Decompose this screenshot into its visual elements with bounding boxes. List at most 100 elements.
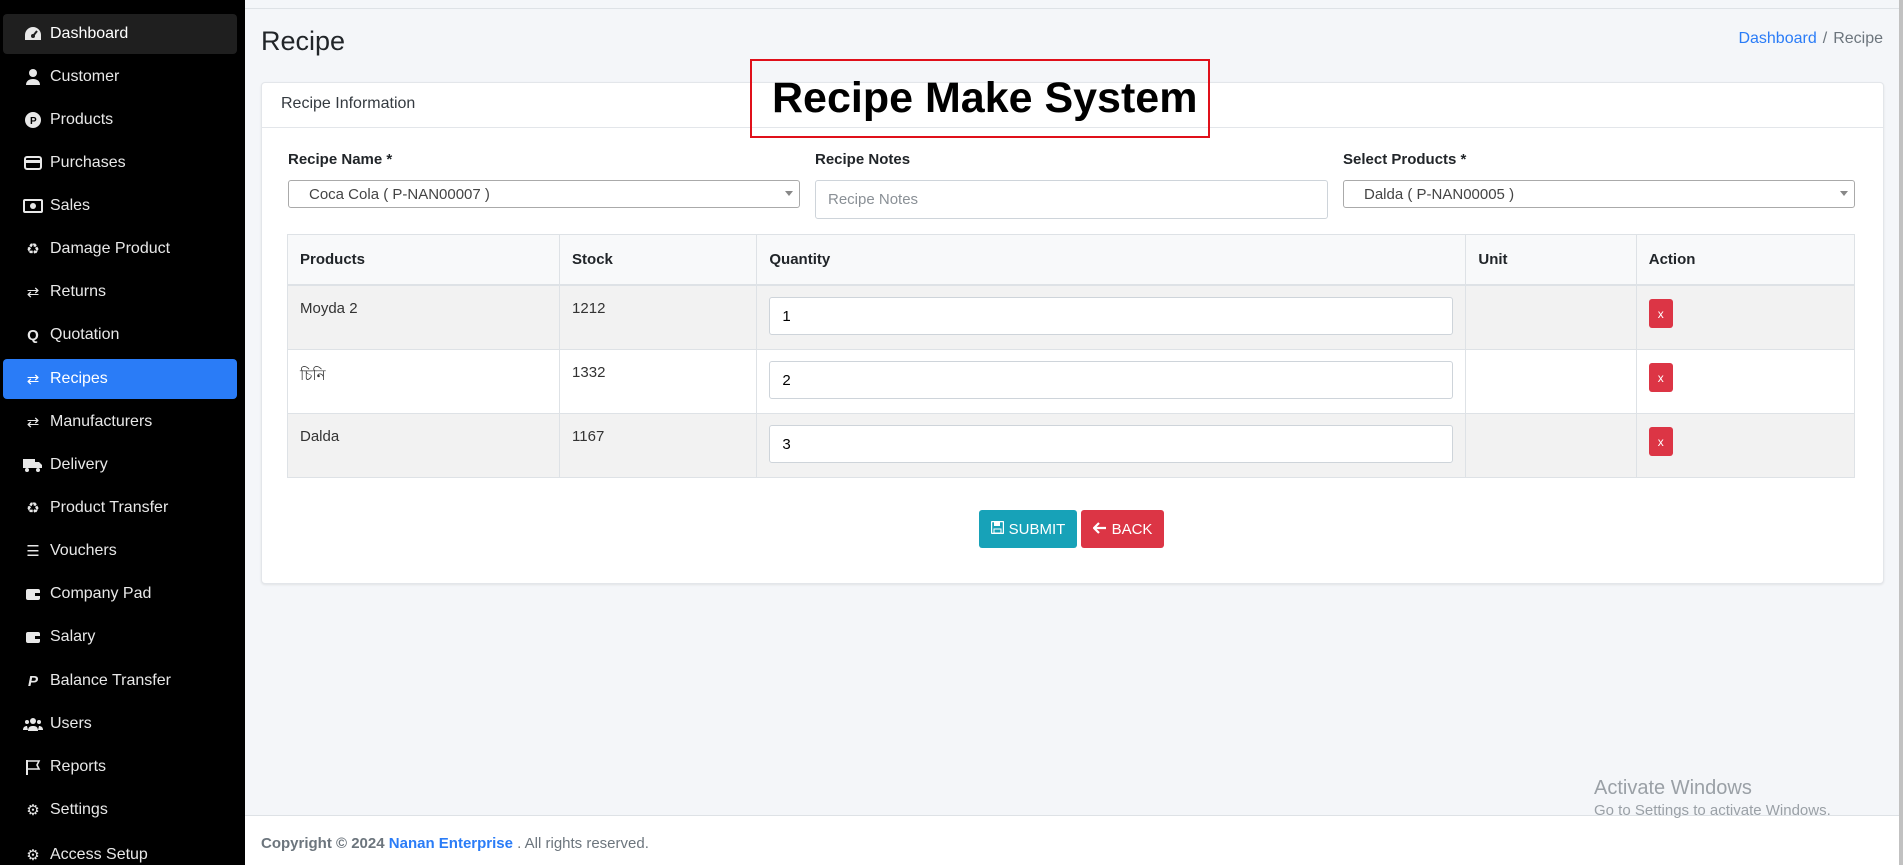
money-bill-icon xyxy=(22,197,44,215)
flag-icon xyxy=(22,758,44,776)
table-row: Dalda 1167 x xyxy=(286,413,1856,478)
sidebar-item-label: Access Setup xyxy=(50,846,148,863)
recipe-name-select[interactable]: Coca Cola ( P-NAN00007 ) xyxy=(288,180,800,208)
column-header-action: Action xyxy=(1635,234,1856,286)
sidebar-item-label: Salary xyxy=(50,628,96,645)
submit-button[interactable]: SUBMIT xyxy=(979,510,1077,548)
sidebar-item-label: Dashboard xyxy=(50,25,129,42)
recipe-notes-label: Recipe Notes xyxy=(815,151,911,168)
quantity-cell xyxy=(756,349,1467,414)
breadcrumb-current: Recipe xyxy=(1833,30,1883,47)
sidebar-item-customer[interactable]: Customer xyxy=(3,57,237,97)
quote-icon: Q xyxy=(27,326,39,344)
sidebar-item-product-transfer[interactable]: ♻ Product Transfer xyxy=(3,488,237,528)
recycle-icon: ♻ xyxy=(26,241,40,258)
page-scrollbar[interactable] xyxy=(1899,0,1903,865)
unit-cell xyxy=(1465,413,1637,478)
retweet-icon: ⇄ xyxy=(26,371,40,388)
list-check-icon: ☰ xyxy=(26,543,40,560)
save-icon xyxy=(990,520,1004,537)
product-cell: Moyda 2 xyxy=(286,284,561,350)
recipe-name-label: Recipe Name * xyxy=(288,151,393,168)
sidebar-item-delivery[interactable]: Delivery xyxy=(3,445,237,485)
recipe-notes-input[interactable] xyxy=(815,180,1328,219)
sidebar-item-manufacturers[interactable]: ⇄ Manufacturers xyxy=(3,402,237,442)
sidebar-item-access-setup[interactable]: ⚙ Access Setup xyxy=(3,835,237,865)
wallet-icon xyxy=(22,628,44,646)
unit-cell xyxy=(1465,284,1637,350)
svg-text:P: P xyxy=(30,116,37,127)
footer-company-link[interactable]: Nanan Enterprise xyxy=(389,835,513,852)
arrow-left-icon xyxy=(1092,521,1107,537)
sidebar-item-label: Company Pad xyxy=(50,585,152,602)
sidebar-item-label: Recipes xyxy=(50,370,108,387)
quantity-cell xyxy=(756,284,1467,350)
sidebar-item-label: Delivery xyxy=(50,456,108,473)
wallet-icon xyxy=(22,585,44,603)
sidebar-item-sales[interactable]: Sales xyxy=(3,186,237,226)
remove-row-button[interactable]: x xyxy=(1648,363,1673,392)
sidebar: Dashboard Customer P Products Purchases … xyxy=(0,0,245,865)
stock-cell: 1212 xyxy=(559,284,758,350)
sidebar-item-label: Sales xyxy=(50,197,91,214)
sidebar-item-recipes[interactable]: ⇄ Recipes xyxy=(3,359,237,399)
user-icon xyxy=(22,68,44,86)
sidebar-item-label: Customer xyxy=(50,68,120,85)
chevron-down-icon xyxy=(785,191,793,196)
sidebar-item-label: Manufacturers xyxy=(50,413,153,430)
sidebar-item-label: Reports xyxy=(50,758,107,775)
sidebar-item-label: Settings xyxy=(50,801,108,818)
table-row: Moyda 2 1212 x xyxy=(286,284,1856,350)
sidebar-item-dashboard[interactable]: Dashboard xyxy=(3,14,237,54)
sidebar-item-balance-transfer[interactable]: P Balance Transfer xyxy=(3,661,237,701)
quantity-cell xyxy=(756,413,1467,478)
truck-icon xyxy=(22,456,44,474)
sidebar-item-products[interactable]: P Products xyxy=(3,100,237,140)
sidebar-item-company-pad[interactable]: Company Pad xyxy=(3,574,237,614)
recipe-name-value: Coca Cola ( P-NAN00007 ) xyxy=(309,185,490,203)
sidebar-item-settings[interactable]: ⚙ Settings xyxy=(3,790,237,830)
quantity-input[interactable] xyxy=(769,297,1454,335)
column-header-products: Products xyxy=(286,234,561,286)
quantity-input[interactable] xyxy=(769,361,1454,399)
gauge-icon xyxy=(22,25,44,43)
remove-row-button[interactable]: x xyxy=(1648,427,1673,456)
paypal-icon: P xyxy=(27,672,38,690)
sidebar-item-vouchers[interactable]: ☰ Vouchers xyxy=(3,531,237,571)
sidebar-item-damage-product[interactable]: ♻ Damage Product xyxy=(3,229,237,269)
watermark-subtitle: Go to Settings to activate Windows. xyxy=(1594,802,1831,819)
annotation-box: Recipe Make System xyxy=(750,59,1210,138)
remove-row-button[interactable]: x xyxy=(1648,299,1673,328)
sidebar-item-label: Damage Product xyxy=(50,240,171,257)
sidebar-item-quotation[interactable]: Q Quotation xyxy=(3,315,237,355)
sidebar-item-purchases[interactable]: Purchases xyxy=(3,143,237,183)
header-divider xyxy=(245,8,1903,9)
recipe-items-table: Products Stock Quantity Unit Action Moyd… xyxy=(286,234,1856,478)
quantity-input[interactable] xyxy=(769,425,1454,463)
footer-rights: . All rights reserved. xyxy=(517,835,649,852)
back-button[interactable]: BACK xyxy=(1081,510,1164,548)
submit-label: SUBMIT xyxy=(1008,520,1066,538)
watermark-title: Activate Windows xyxy=(1594,777,1752,799)
select-products-select[interactable]: Dalda ( P-NAN00005 ) xyxy=(1343,180,1855,208)
stock-cell: 1167 xyxy=(559,413,758,478)
sidebar-item-salary[interactable]: Salary xyxy=(3,617,237,657)
select-products-label: Select Products * xyxy=(1343,151,1467,168)
sidebar-item-label: Balance Transfer xyxy=(50,672,171,689)
recycle-icon: ♻ xyxy=(26,500,40,517)
sidebar-item-returns[interactable]: ⇄ Returns xyxy=(3,272,237,312)
unit-cell xyxy=(1465,349,1637,414)
sidebar-item-label: Product Transfer xyxy=(50,499,169,516)
page-title: Recipe xyxy=(261,26,346,56)
action-cell: x xyxy=(1635,413,1856,478)
stock-cell: 1332 xyxy=(559,349,758,414)
select-products-value: Dalda ( P-NAN00005 ) xyxy=(1364,185,1515,203)
back-label: BACK xyxy=(1111,520,1153,538)
breadcrumb-dashboard-link[interactable]: Dashboard xyxy=(1738,30,1816,47)
sidebar-item-label: Quotation xyxy=(50,326,120,343)
product-icon: P xyxy=(22,111,44,129)
activation-watermark: Activate Windows Go to Settings to activ… xyxy=(1594,777,1831,819)
sidebar-item-users[interactable]: Users xyxy=(3,704,237,744)
sidebar-item-reports[interactable]: Reports xyxy=(3,747,237,787)
sidebar-item-label: Products xyxy=(50,111,114,128)
